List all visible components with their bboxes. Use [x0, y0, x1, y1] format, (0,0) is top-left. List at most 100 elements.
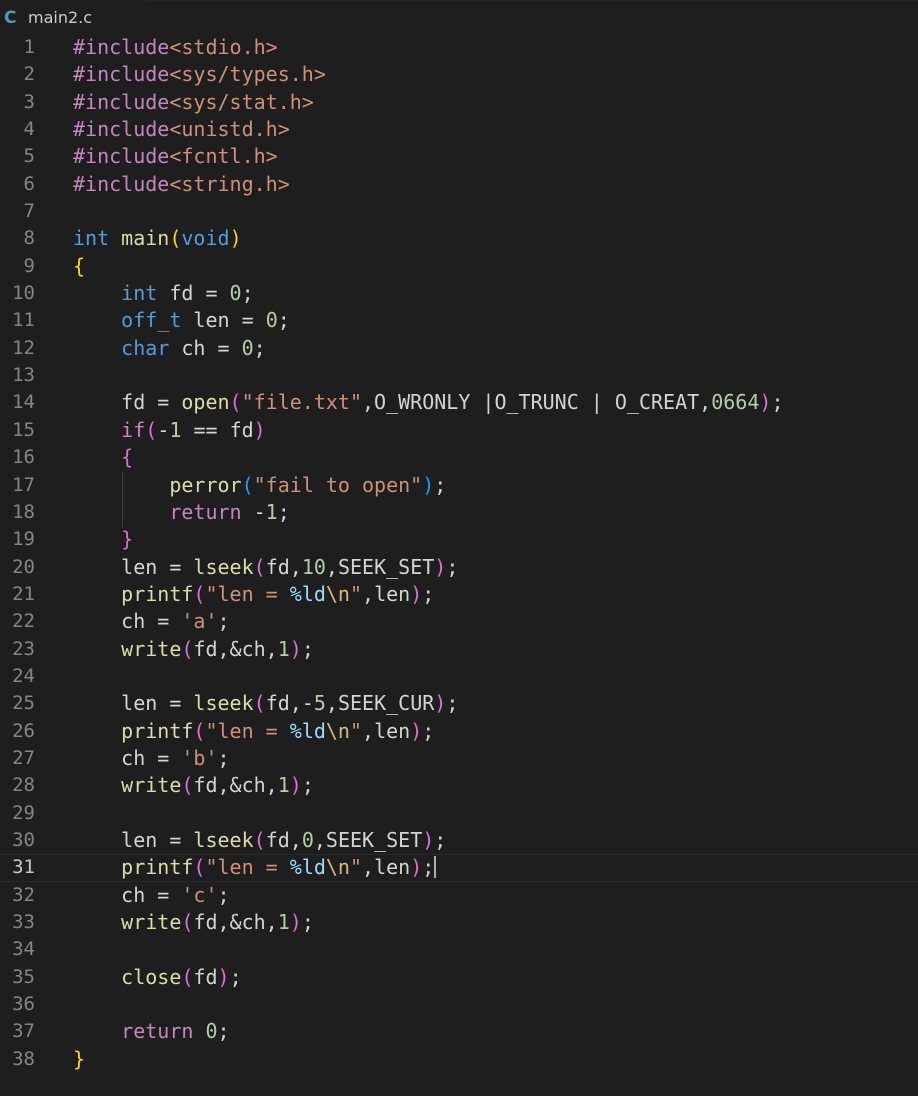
line-text[interactable]: if(-1 == fd) — [73, 417, 266, 444]
code-line[interactable]: 25 len = lseek(fd,-5,SEEK_CUR); — [0, 690, 918, 717]
line-text[interactable]: #include<string.h> — [73, 171, 290, 198]
code-line[interactable]: 34 — [0, 936, 918, 963]
line-text[interactable]: { — [73, 444, 133, 471]
code-line[interactable]: 3 #include<sys/stat.h> — [0, 89, 918, 116]
code-line[interactable]: 36 — [0, 991, 918, 1018]
code-line[interactable]: 23 write(fd,&ch,1); — [0, 636, 918, 663]
line-number: 38 — [12, 1047, 35, 1070]
code-line[interactable]: 12 char ch = 0; — [0, 335, 918, 362]
code-line[interactable]: 24 — [0, 663, 918, 690]
code-token: 'c' — [181, 882, 218, 907]
code-token: " — [349, 718, 363, 743]
line-text[interactable]: #include<unistd.h> — [73, 116, 290, 143]
code-line[interactable]: 14 fd = open("file.txt",O_WRONLY |O_TRUN… — [0, 389, 918, 416]
line-text[interactable]: int fd = 0; — [73, 280, 253, 307]
code-line[interactable]: 9{ — [0, 253, 918, 280]
line-text[interactable]: return 0; — [73, 1018, 229, 1045]
code-line[interactable]: 10 int fd = 0; — [0, 280, 918, 307]
code-line[interactable]: 13 — [0, 362, 918, 389]
code-line[interactable]: 19 } — [0, 526, 918, 553]
code-token: write — [121, 773, 182, 798]
code-token: ) — [217, 964, 230, 989]
line-text[interactable]: printf("len = %ld\n",len); — [73, 855, 437, 880]
line-text[interactable]: printf("len = %ld\n",len); — [73, 581, 434, 608]
code-line[interactable]: 27 ch = 'b'; — [0, 745, 918, 772]
code-token: return — [169, 499, 242, 524]
line-text[interactable]: #include<sys/stat.h> — [73, 89, 314, 116]
code-token: ; — [301, 636, 314, 661]
editor-tab-main2[interactable]: C main2.c — [0, 0, 145, 35]
code-line[interactable]: 5 #include<fcntl.h> — [0, 143, 918, 170]
code-line[interactable]: 15 if(-1 == fd) — [0, 417, 918, 444]
code-line[interactable]: 4 #include<unistd.h> — [0, 116, 918, 143]
line-text[interactable]: perror("fail to open"); — [73, 472, 446, 499]
line-text[interactable]: char ch = 0; — [73, 335, 266, 362]
code-line[interactable]: 35 close(fd); — [0, 964, 918, 991]
code-line[interactable]: 11 off_t len = 0; — [0, 307, 918, 334]
line-number: 7 — [23, 200, 35, 223]
code-area[interactable]: 1 #include<stdio.h> 2 #include<sys/types.h>… — [0, 34, 918, 1073]
line-text[interactable]: } — [73, 1046, 85, 1073]
code-line[interactable]: 33 write(fd,&ch,1); — [0, 909, 918, 936]
line-text[interactable]: } — [73, 526, 133, 553]
code-editor[interactable]: C main2.c 1 #include<stdio.h> 2 #include<sy… — [0, 0, 918, 1096]
line-text[interactable]: #include<fcntl.h> — [73, 143, 278, 170]
line-number: 27 — [12, 746, 35, 769]
code-token: #include — [73, 62, 170, 87]
code-token: ( — [253, 554, 266, 579]
line-text[interactable]: len = lseek(fd,-5,SEEK_CUR); — [73, 690, 458, 717]
code-line[interactable]: 37 return 0; — [0, 1018, 918, 1045]
code-token: 'b' — [181, 745, 218, 770]
code-line[interactable]: 6 #include<string.h> — [0, 171, 918, 198]
code-token: void — [181, 226, 230, 251]
code-token: ; — [277, 308, 290, 333]
line-text[interactable]: ch = 'a'; — [73, 608, 229, 635]
code-line[interactable]: 2 #include<sys/types.h> — [0, 61, 918, 88]
code-line[interactable]: 32 ch = 'c'; — [0, 882, 918, 909]
line-text[interactable]: return -1; — [73, 499, 289, 526]
code-token: lseek — [193, 691, 254, 716]
line-text[interactable]: ch = 'b'; — [73, 745, 229, 772]
code-line[interactable]: 20 len = lseek(fd,10,SEEK_SET); — [0, 554, 918, 581]
code-token: ( — [253, 827, 266, 852]
line-text[interactable]: #include<stdio.h> — [73, 34, 278, 61]
code-token: == fd — [181, 417, 254, 442]
line-text[interactable]: ch = 'c'; — [73, 882, 229, 909]
line-text[interactable]: write(fd,&ch,1); — [73, 636, 314, 663]
code-line[interactable]: 31 printf("len = %ld\n",len); — [0, 854, 918, 882]
code-token: len = — [73, 691, 194, 716]
line-text[interactable]: write(fd,&ch,1); — [73, 909, 314, 936]
code-line[interactable]: 1 #include<stdio.h> — [0, 34, 918, 61]
code-line[interactable]: 29 — [0, 800, 918, 827]
code-line[interactable]: 22 ch = 'a'; — [0, 608, 918, 635]
line-text[interactable]: { — [73, 253, 85, 280]
line-text[interactable]: write(fd,&ch,1); — [73, 772, 314, 799]
code-line[interactable]: 7 — [0, 198, 918, 225]
code-line[interactable]: 30 len = lseek(fd,0,SEEK_SET); — [0, 827, 918, 854]
line-number: 3 — [23, 90, 35, 113]
code-line[interactable]: 16 { — [0, 444, 918, 471]
line-text[interactable]: #include<sys/types.h> — [73, 61, 326, 88]
code-line[interactable]: 26 printf("len = %ld\n",len); — [0, 718, 918, 745]
code-line[interactable]: 28 write(fd,&ch,1); — [0, 772, 918, 799]
line-text[interactable]: int main(void) — [73, 225, 242, 252]
code-line[interactable]: 21 printf("len = %ld\n",len); — [0, 581, 918, 608]
code-token: return — [121, 1019, 194, 1044]
code-token: ( — [241, 472, 254, 497]
code-line[interactable]: 18 return -1; — [0, 499, 918, 526]
line-text[interactable]: len = lseek(fd,0,SEEK_SET); — [73, 827, 446, 854]
line-text[interactable]: off_t len = 0; — [73, 307, 290, 334]
code-token: 'a' — [181, 609, 218, 634]
code-line[interactable]: 38} — [0, 1046, 918, 1073]
line-text[interactable]: close(fd); — [73, 964, 241, 991]
code-line[interactable]: 17 perror("fail to open"); — [0, 472, 918, 499]
line-text[interactable]: printf("len = %ld\n",len); — [73, 718, 434, 745]
line-text[interactable]: len = lseek(fd,10,SEEK_SET); — [73, 554, 458, 581]
code-line[interactable]: 8 int main(void) — [0, 225, 918, 252]
c-language-icon: C — [4, 7, 17, 28]
code-token: 0 — [241, 335, 254, 360]
line-text[interactable]: fd = open("file.txt",O_WRONLY |O_TRUNC |… — [73, 389, 783, 416]
